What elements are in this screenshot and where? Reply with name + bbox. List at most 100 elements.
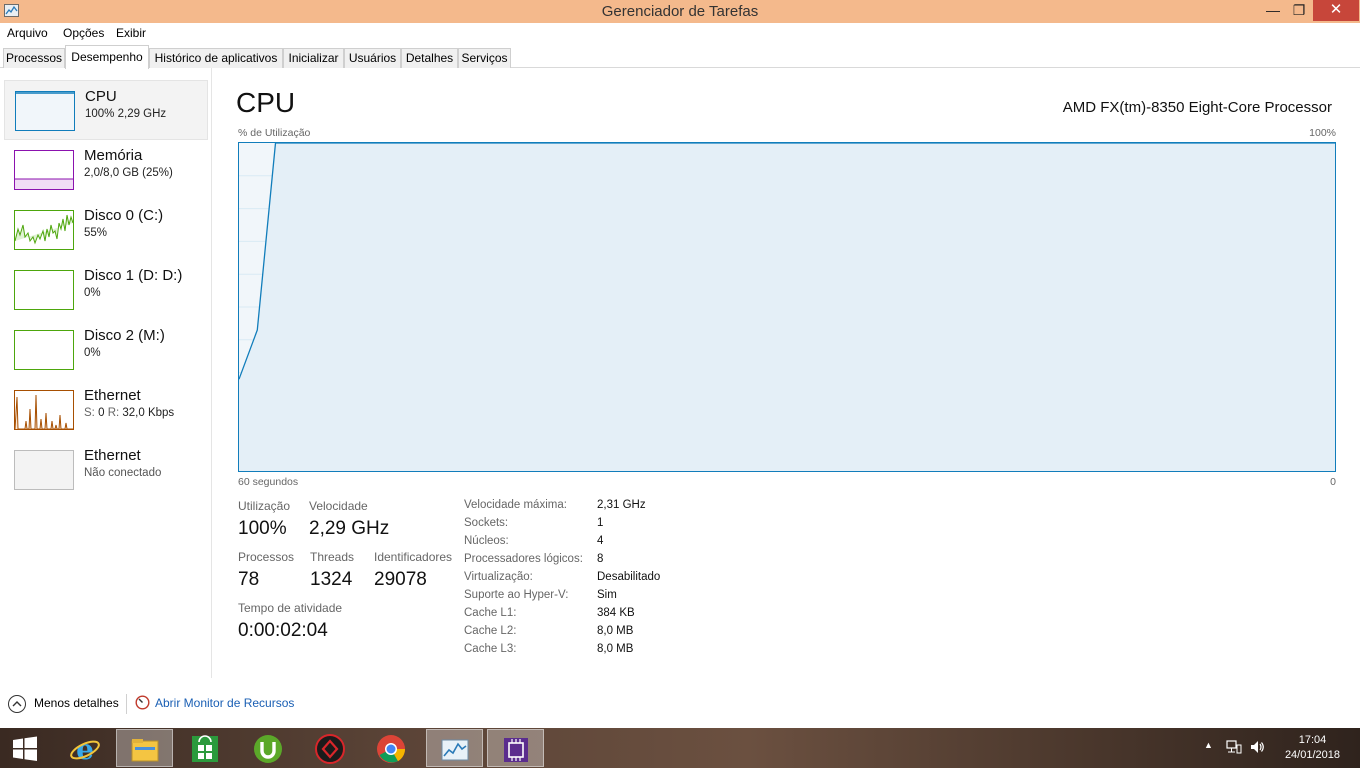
spec-value: Sim [597, 589, 617, 601]
cpu-series-area [239, 143, 1335, 471]
ethernet2-thumbnail [14, 450, 74, 490]
utorrent-icon [254, 735, 282, 763]
tempo-label: Tempo de atividade [238, 601, 343, 615]
tab-processos[interactable]: Processos [3, 48, 65, 68]
chart-y-label: % de Utilização [238, 127, 311, 139]
processos-label: Processos [238, 550, 295, 564]
tab-usuarios[interactable]: Usuários [344, 48, 401, 68]
receive-value: 32,0 Kbps [122, 407, 175, 419]
menu-exibir[interactable]: Exibir [116, 26, 146, 40]
device-ethernet-2[interactable]: Ethernet Não conectado [4, 440, 208, 500]
tab-servicos[interactable]: Serviços [458, 48, 511, 68]
device-name: Ethernet [84, 387, 141, 404]
taskbar-game-app[interactable] [302, 729, 359, 767]
menu-opcoes[interactable]: Opções [63, 26, 104, 40]
spec-label: Cache L3: [464, 643, 517, 655]
spec-label: Velocidade máxima: [464, 499, 567, 511]
spec-label: Sockets: [464, 517, 509, 529]
open-resource-monitor-link[interactable]: Abrir Monitor de Recursos [155, 696, 294, 710]
resource-monitor-icon[interactable] [135, 695, 150, 710]
chevron-up-icon[interactable] [8, 695, 26, 713]
cpu-z-icon [504, 738, 528, 762]
tempo-value: 0:00:02:04 [238, 620, 328, 641]
utilizacao-value: 100% [238, 518, 287, 539]
identificadores-value: 29078 [374, 569, 427, 590]
tab-historico[interactable]: Histórico de aplicativos [149, 48, 283, 68]
tab-detalhes[interactable]: Detalhes [401, 48, 458, 68]
spec-value: 4 [597, 535, 604, 547]
utilizacao-label: Utilização [238, 499, 291, 513]
volume-icon[interactable] [1249, 739, 1265, 768]
clock-time: 17:04 [1298, 734, 1327, 746]
device-sub: 0% [84, 347, 101, 359]
spec-value: 8 [597, 553, 604, 565]
ethernet-thumbnail [14, 390, 74, 430]
device-sub: 55% [84, 227, 108, 239]
tab-bar: Processos Desempenho Histórico de aplica… [0, 43, 1360, 69]
taskbar-file-explorer[interactable] [116, 729, 173, 767]
spec-value: Desabilitado [597, 571, 661, 583]
taskbar-cpu-z[interactable] [487, 729, 544, 767]
spec-label: Cache L1: [464, 607, 517, 619]
chart-x-zero: 0 [1330, 476, 1336, 488]
taskbar: e ▲ 17:04 24/01/2018 [0, 728, 1360, 768]
disk2-thumbnail [14, 330, 74, 370]
start-button[interactable] [0, 729, 50, 767]
page-title: CPU [236, 87, 296, 118]
device-sub: 2,0/8,0 GB (25%) [84, 167, 173, 179]
taskbar-internet-explorer[interactable]: e [57, 729, 114, 767]
minimize-button[interactable]: — [1260, 0, 1286, 21]
device-name: Disco 2 (M:) [84, 327, 165, 344]
taskbar-chrome[interactable] [363, 729, 420, 767]
tab-inicializar[interactable]: Inicializar [283, 48, 344, 68]
spec-label: Cache L2: [464, 625, 517, 637]
receive-label: R: [107, 407, 120, 419]
velocidade-label: Velocidade [309, 499, 368, 513]
device-sub: Não conectado [84, 467, 162, 479]
file-explorer-icon [131, 739, 159, 762]
store-icon [192, 735, 218, 762]
device-cpu[interactable]: CPU 100% 2,29 GHz [4, 80, 208, 140]
device-name: CPU [85, 88, 117, 105]
cpu-chart-svg [239, 143, 1335, 471]
disk1-thumbnail [14, 270, 74, 310]
device-disco-0[interactable]: Disco 0 (C:) 55% [4, 200, 208, 260]
spec-value: 8,0 MB [597, 625, 634, 637]
device-list: CPU 100% 2,29 GHz Memória 2,0/8,0 GB (25… [0, 68, 212, 678]
identificadores-label: Identificadores [374, 550, 453, 564]
taskbar-store[interactable] [177, 729, 234, 767]
cpu-utilization-chart [238, 142, 1336, 472]
send-value: 0 [98, 407, 105, 419]
device-disco-2[interactable]: Disco 2 (M:) 0% [4, 320, 208, 380]
menu-arquivo[interactable]: Arquivo [7, 26, 48, 40]
spec-value: 8,0 MB [597, 643, 634, 655]
taskbar-utorrent[interactable] [240, 729, 297, 767]
device-disco-1[interactable]: Disco 1 (D: D:) 0% [4, 260, 208, 320]
less-details-link[interactable]: Menos detalhes [34, 696, 119, 710]
device-memoria[interactable]: Memória 2,0/8,0 GB (25%) [4, 140, 208, 200]
device-sub: 100% 2,29 GHz [85, 108, 167, 120]
device-name: Disco 0 (C:) [84, 207, 164, 224]
tab-desempenho[interactable]: Desempenho [65, 45, 149, 69]
taskbar-task-manager[interactable] [426, 729, 483, 767]
show-hidden-icons-icon[interactable]: ▲ [1204, 740, 1213, 768]
device-ethernet-1[interactable]: Ethernet S: 0 R: 32,0 Kbps [4, 380, 208, 440]
spec-label: Virtualização: [464, 571, 533, 583]
svg-text:e: e [76, 733, 94, 765]
clock-date: 24/01/2018 [1284, 749, 1340, 761]
internet-explorer-icon: e [70, 733, 100, 765]
processos-value: 78 [238, 569, 260, 590]
send-label: S: [84, 407, 95, 419]
network-icon[interactable] [1226, 739, 1242, 768]
chrome-icon [377, 735, 405, 763]
cpu-thumbnail [15, 91, 75, 131]
device-sub: 0% [84, 287, 101, 299]
footer: Menos detalhes Abrir Monitor de Recursos [0, 690, 1360, 718]
close-button[interactable]: ✕ [1313, 0, 1359, 21]
maximize-button[interactable]: ❐ [1286, 0, 1312, 21]
spec-value: 1 [597, 517, 604, 529]
spec-label: Processadores lógicos: [464, 553, 583, 565]
spec-value: 384 KB [597, 607, 635, 619]
system-clock[interactable]: 17:04 24/01/2018 [1285, 733, 1340, 763]
disk0-thumbnail [14, 210, 74, 250]
